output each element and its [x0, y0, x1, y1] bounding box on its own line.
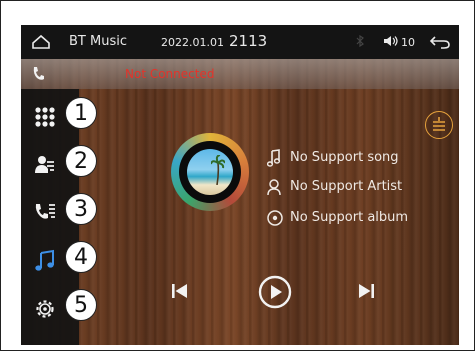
head-unit-screen: BT Music 2022.01.01 2113 10 Not Connecte…	[21, 25, 459, 345]
app-title: BT Music	[69, 34, 127, 49]
song-name: No Support song	[290, 150, 399, 165]
next-track-button[interactable]	[355, 281, 377, 305]
top-bar: BT Music 2022.01.01 2113 10	[21, 25, 459, 59]
callout-number-4: 4	[65, 241, 97, 273]
apps-grid-icon	[33, 105, 57, 129]
bluetooth-icon	[356, 34, 364, 50]
skip-next-icon	[359, 284, 374, 298]
callout-number-2: 2	[65, 145, 97, 177]
song-note-icon	[266, 149, 283, 167]
album-art-disc	[171, 133, 249, 211]
call-log-icon	[33, 201, 57, 225]
play-button[interactable]	[258, 275, 292, 313]
volume-level: 10	[401, 36, 415, 49]
back-icon[interactable]	[429, 34, 451, 54]
play-icon	[258, 275, 292, 309]
speaker-icon	[383, 35, 399, 50]
date-display: 2022.01.01	[161, 36, 224, 49]
album-disc-icon	[267, 209, 283, 227]
music-note-icon	[33, 249, 57, 273]
contacts-icon	[33, 153, 57, 177]
settings-gear-icon	[33, 297, 57, 321]
previous-track-button[interactable]	[169, 281, 191, 305]
artist-name: No Support Artist	[290, 179, 403, 194]
phone-icon	[31, 66, 45, 86]
callout-number-5: 5	[65, 289, 97, 321]
volume-indicator[interactable]: 10	[383, 35, 415, 50]
callout-number-1: 1	[65, 97, 97, 129]
album-name: No Support album	[290, 210, 409, 225]
album-art-image	[187, 149, 233, 195]
equalizer-icon	[433, 117, 445, 131]
connection-status-bar: Not Connected	[21, 59, 459, 89]
skip-previous-icon	[172, 284, 187, 298]
screenshot-frame: BT Music 2022.01.01 2113 10 Not Connecte…	[0, 0, 475, 351]
artist-person-icon	[267, 178, 283, 196]
palm-tree-icon	[211, 155, 225, 185]
connection-status-text: Not Connected	[125, 67, 215, 81]
time-display: 2113	[229, 32, 268, 50]
equalizer-button[interactable]	[425, 111, 453, 139]
callout-number-3: 3	[65, 193, 97, 225]
home-icon[interactable]	[31, 34, 51, 54]
